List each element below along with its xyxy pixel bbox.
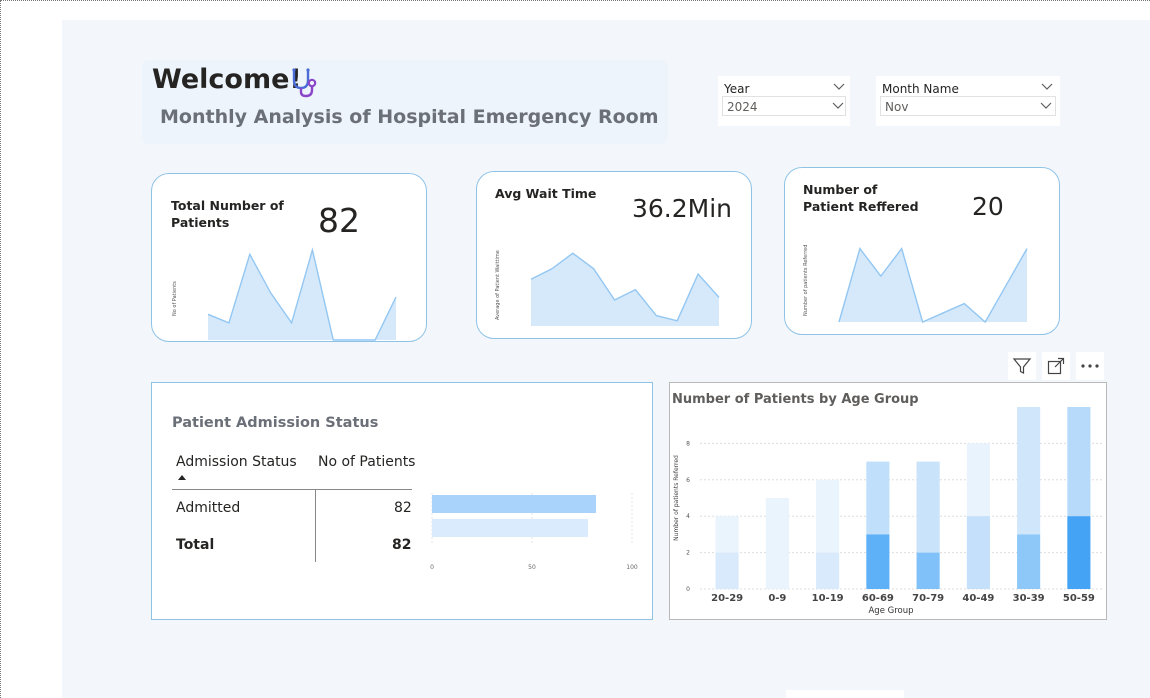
bar-segment-upper [1067,407,1091,517]
axis-tick-label: 100 [626,564,638,571]
page-tab-stub [786,690,904,698]
month-value: Nov [885,100,909,114]
sort-ascending-icon [178,475,186,480]
axis-tick-label: 0 [430,564,434,571]
chevron-down-icon [1040,102,1052,109]
bar-segment-upper [966,443,990,517]
x-tick-label: 50-59 [1063,593,1095,604]
kpi-label: Total Number of Patients [171,198,284,230]
bar-segment-lower [866,534,890,589]
bar-segment-lower [1067,516,1091,589]
visual-title: Patient Admission Status [172,415,379,431]
x-tick-label: 10-19 [812,593,844,604]
chevron-down-icon[interactable] [832,80,846,94]
bar-segment-lower [1017,534,1041,589]
month-slicer-label: Month Name [882,82,959,96]
x-tick-label: 70-79 [912,593,944,604]
admission-table-visual[interactable]: Patient Admission Status Admission Statu… [151,382,653,620]
sparkline-chart [530,252,720,326]
bar-segment-upper [715,516,739,553]
sparkline-area [839,248,1027,322]
y-tick-label: 0 [686,586,690,593]
age-group-chart-visual[interactable]: Number of Patients by Age Group 0 2 4 6 8 Num… [669,382,1107,620]
chevron-down-icon[interactable] [1040,80,1054,94]
bar-segment-upper [916,461,940,553]
axis-tick-label: 50 [528,564,536,571]
axis-label: Average of Patient Waittime [495,250,501,320]
bar-segment-upper [1017,407,1041,535]
kpi-card-avg-wait[interactable]: Avg Wait Time 36.2Min Average of Patient… [476,171,752,339]
column-header-count[interactable]: No of Patients [318,454,415,470]
age-group-bar-chart: 0 2 4 6 8 Number of patients Referred 20-29 0-9… [673,407,1102,616]
year-dropdown[interactable]: 2024 [722,96,846,116]
axis-label: Number of patients Referred [803,244,809,316]
kpi-value: 82 [318,201,360,240]
bar-segment-upper [765,498,789,589]
admission-bar-chart: 0 50 100 [430,493,638,571]
more-options-icon[interactable] [1076,352,1104,380]
y-tick-label: 2 [686,550,690,557]
page-subtitle: Monthly Analysis of Hospital Emergency R… [160,106,659,128]
bar-segment-lower [816,552,840,589]
bar-segment-lower [715,552,739,589]
y-tick-label: 6 [686,477,690,484]
bar-segment-lower [916,552,940,589]
sparkline-chart [838,247,1028,324]
admission-bar [432,495,596,513]
kpi-value: 20 [972,192,1004,221]
year-value: 2024 [727,100,758,114]
kpi-label: Avg Wait Time [495,186,597,201]
admission-bar [432,519,588,537]
x-tick-label: 60-69 [862,593,894,604]
total-label: Total [176,537,215,553]
y-tick-label: 8 [686,440,690,447]
focus-mode-icon[interactable] [1042,352,1070,380]
bar-segment-lower [966,516,990,589]
bar-segment-upper [816,479,840,553]
year-slicer[interactable]: Year 2024 [718,76,850,126]
kpi-label: Number of Patient Reffered [803,182,919,214]
chevron-down-icon [832,102,844,109]
total-count: 82 [392,537,412,553]
sparkline-chart [207,247,397,341]
column-divider [315,490,316,562]
stethoscope-icon [292,68,317,98]
filter-icon[interactable] [1008,352,1036,380]
x-tick-label: 0-9 [768,593,786,604]
month-dropdown[interactable]: Nov [880,96,1056,116]
column-header-status[interactable]: Admission Status [176,454,297,470]
y-axis-label: Number of patients Referred [673,455,680,541]
month-slicer[interactable]: Month Name Nov [876,76,1060,126]
row-count: 82 [394,500,412,516]
kpi-card-total-patients[interactable]: Total Number of Patients 82 No of Patien… [151,173,427,342]
kpi-value: 36.2Min [632,194,733,223]
x-tick-label: 30-39 [1013,593,1045,604]
x-axis-label: Age Group [868,606,913,616]
sparkline-area [208,250,396,340]
y-tick-label: 4 [686,513,690,520]
kpi-card-referred[interactable]: Number of Patient Reffered 20 Number of … [784,167,1060,335]
welcome-heading: Welcome! [152,64,302,95]
x-tick-label: 20-29 [711,593,743,604]
x-tick-label: 40-49 [962,593,994,604]
bar-segment-upper [866,461,890,535]
year-slicer-label: Year [724,82,750,96]
header-divider [172,489,412,490]
row-status: Admitted [176,500,241,516]
axis-label: No of Patients [172,281,178,316]
